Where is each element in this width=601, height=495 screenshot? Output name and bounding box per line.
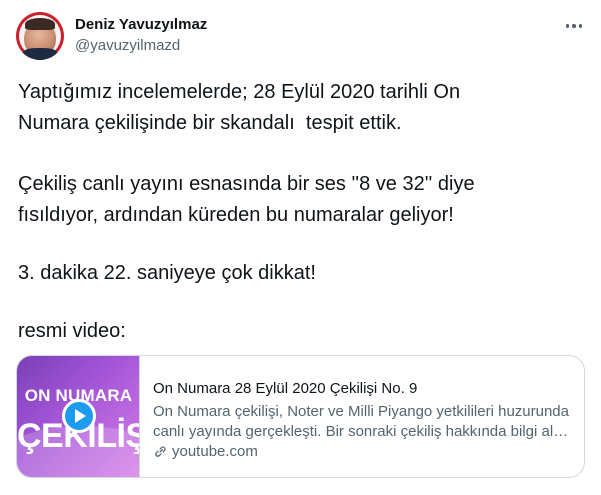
card-title[interactable]: On Numara 28 Eylül 2020 Çekilişi No. 9 [153, 379, 573, 398]
tweet-text-line: fısıldıyor, ardından küreden bu numarala… [18, 204, 454, 226]
more-horizontal-icon [578, 24, 583, 28]
tweet-paragraph: Çekiliş canlı yayını esnasında bir ses '… [18, 169, 588, 231]
video-thumbnail[interactable]: ON NUMARA ÇEKİLİŞİ [17, 356, 140, 477]
tweet-text-line: resmi video: [18, 320, 126, 342]
link-preview-card[interactable]: ON NUMARA ÇEKİLİŞİ On Numara 28 Eylül 20… [16, 355, 585, 478]
more-horizontal-icon [572, 24, 576, 28]
more-horizontal-icon [565, 24, 570, 28]
tweet-text-line: Numara çekilişinde bir skandalı tespit e… [18, 112, 402, 134]
more-options-button[interactable] [560, 16, 588, 36]
avatar-hair [25, 18, 55, 30]
card-description-line: On Numara çekilişi, Noter ve Milli Piyan… [153, 403, 569, 420]
tweet-text-line: Yaptığımız incelemelerde; 28 Eylül 2020 … [18, 81, 461, 103]
tweet-paragraph: Yaptığımız incelemelerde; 28 Eylül 2020 … [18, 77, 588, 139]
author-display-name[interactable]: Deniz Yavuzyılmaz [75, 16, 207, 34]
avatar-shirt [22, 48, 58, 60]
tweet[interactable]: Deniz Yavuzyılmaz @yavuzyilmazd Yaptığım… [0, 0, 601, 495]
avatar[interactable] [16, 12, 64, 60]
play-triangle [75, 409, 86, 423]
author-handle[interactable]: @yavuzyilmazd [75, 37, 180, 55]
card-domain-link[interactable]: youtube.com [153, 442, 258, 461]
card-domain[interactable]: youtube.com [172, 443, 258, 460]
tweet-text-line: 3. dakika 22. saniyeye çok dikkat! [18, 262, 316, 284]
link-icon [155, 446, 166, 457]
tweet-text-line: Çekiliş canlı yayını esnasında bir ses '… [18, 173, 475, 195]
tweet-paragraph: resmi video: [18, 316, 588, 347]
play-icon[interactable] [62, 399, 96, 433]
tweet-paragraph: 3. dakika 22. saniyeye çok dikkat! [18, 258, 588, 289]
card-description-line: canlı yayında gerçekleşti. Bir sonraki ç… [153, 423, 575, 440]
card-description: On Numara çekilişi, Noter ve Milli Piyan… [153, 402, 575, 442]
